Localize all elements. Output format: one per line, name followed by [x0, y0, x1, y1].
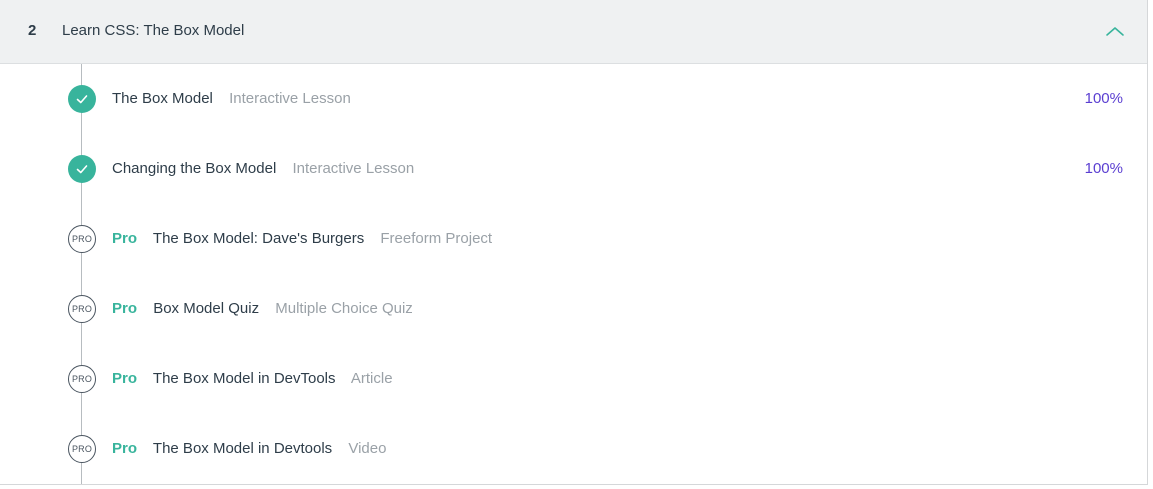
lesson-title[interactable]: Box Model Quiz — [153, 300, 259, 317]
pro-badge-icon: PRO — [68, 225, 96, 253]
pro-label: Pro — [112, 300, 138, 317]
lesson-type: Interactive Lesson — [292, 160, 415, 177]
lesson-text: Pro The Box Model: Dave's Burgers Freefo… — [112, 230, 492, 247]
lesson-progress: 100% — [1084, 160, 1123, 177]
lesson-row-the-box-model[interactable]: The Box Model Interactive Lesson 100% — [0, 79, 1147, 119]
pro-badge-icon: PRO — [68, 295, 96, 323]
lesson-text: Pro Box Model Quiz Multiple Choice Quiz — [112, 300, 413, 317]
lesson-text: Pro The Box Model in DevTools Article — [112, 370, 393, 387]
lesson-title[interactable]: The Box Model in DevTools — [153, 370, 336, 387]
pro-label: Pro — [112, 230, 138, 247]
lesson-text: The Box Model Interactive Lesson — [112, 90, 351, 107]
lesson-type: Article — [350, 370, 393, 387]
lesson-row-box-model-quiz[interactable]: PRO Pro Box Model Quiz Multiple Choice Q… — [0, 289, 1147, 329]
lesson-progress: 100% — [1084, 90, 1123, 107]
lesson-type: Freeform Project — [380, 230, 493, 247]
pro-label: Pro — [112, 440, 138, 457]
pro-label: Pro — [112, 370, 138, 387]
lesson-row-devtools-article[interactable]: PRO Pro The Box Model in DevTools Articl… — [0, 359, 1147, 399]
chevron-up-icon[interactable] — [1104, 23, 1126, 41]
check-icon — [68, 155, 96, 183]
lesson-type: Video — [348, 440, 387, 457]
module-number: 2 — [28, 22, 37, 39]
lesson-text: Changing the Box Model Interactive Lesso… — [112, 160, 414, 177]
module-panel: 2 Learn CSS: The Box Model The Box Model… — [0, 0, 1148, 485]
lesson-title[interactable]: The Box Model — [112, 90, 213, 107]
lesson-row-changing-the-box-model[interactable]: Changing the Box Model Interactive Lesso… — [0, 149, 1147, 189]
check-icon — [68, 85, 96, 113]
lesson-type: Interactive Lesson — [229, 90, 351, 107]
module-title: Learn CSS: The Box Model — [62, 22, 245, 39]
lesson-text: Pro The Box Model in Devtools Video — [112, 440, 386, 457]
lesson-title[interactable]: Changing the Box Model — [112, 160, 276, 177]
lesson-title[interactable]: The Box Model in Devtools — [153, 440, 332, 457]
lesson-type: Multiple Choice Quiz — [275, 300, 413, 317]
module-header[interactable]: 2 Learn CSS: The Box Model — [0, 0, 1147, 64]
lesson-row-daves-burgers[interactable]: PRO Pro The Box Model: Dave's Burgers Fr… — [0, 219, 1147, 259]
pro-badge-icon: PRO — [68, 365, 96, 393]
timeline-line — [81, 64, 82, 484]
pro-badge-icon: PRO — [68, 435, 96, 463]
lesson-row-devtools-video[interactable]: PRO Pro The Box Model in Devtools Video — [0, 429, 1147, 469]
lesson-title[interactable]: The Box Model: Dave's Burgers — [153, 230, 364, 247]
